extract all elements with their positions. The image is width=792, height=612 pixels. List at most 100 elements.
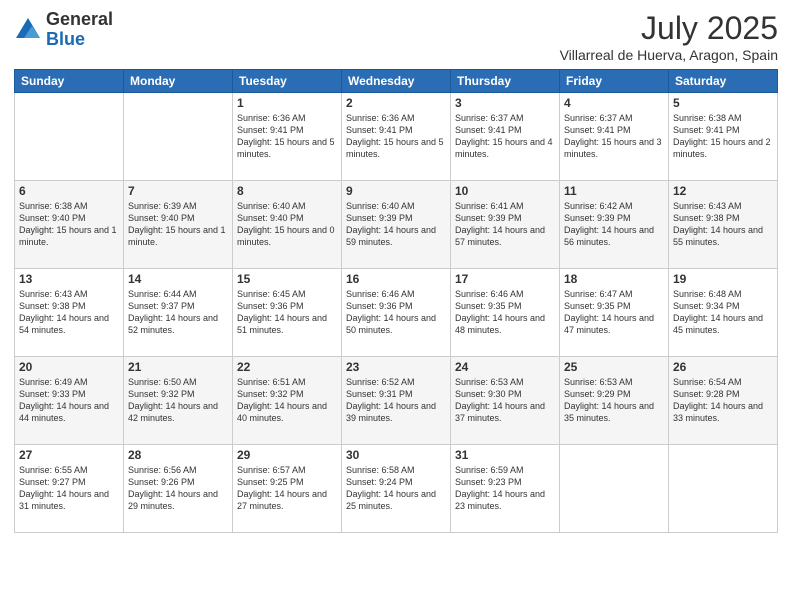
calendar-cell xyxy=(669,445,778,533)
day-number: 19 xyxy=(673,272,773,286)
calendar-week-row: 20Sunrise: 6:49 AM Sunset: 9:33 PM Dayli… xyxy=(15,357,778,445)
calendar-cell: 29 Sunrise: 6:57 AM Sunset: 9:25 PM Dayli… xyxy=(233,445,342,533)
calendar-cell: 6Sunrise: 6:38 AM Sunset: 9:40 PM Daylig… xyxy=(15,181,124,269)
day-info: Sunrise: 6:52 AM Sunset: 9:31 PM Dayligh… xyxy=(346,376,446,425)
calendar-cell: 5Sunrise: 6:38 AM Sunset: 9:41 PM Daylig… xyxy=(669,93,778,181)
logo-blue: Blue xyxy=(46,29,85,49)
calendar-cell xyxy=(15,93,124,181)
day-number: 18 xyxy=(564,272,664,286)
logo: General Blue xyxy=(14,10,113,50)
day-info: Sunrise: 6:44 AM Sunset: 9:37 PM Dayligh… xyxy=(128,288,228,337)
title-block: July 2025 Villarreal de Huerva, Aragon, … xyxy=(560,10,778,63)
day-number: 11 xyxy=(564,184,664,198)
calendar-cell: 11Sunrise: 6:42 AM Sunset: 9:39 PM Dayli… xyxy=(560,181,669,269)
calendar-week-row: 27 Sunrise: 6:55 AM Sunset: 9:27 PM Dayli… xyxy=(15,445,778,533)
calendar-cell: 9 Sunrise: 6:40 AM Sunset: 9:39 PM Daylig… xyxy=(342,181,451,269)
weekday-header: Monday xyxy=(124,70,233,93)
calendar-cell: 3 Sunrise: 6:37 AM Sunset: 9:41 PM Daylig… xyxy=(451,93,560,181)
day-info: Sunrise: 6:40 AM Sunset: 9:40 PM Dayligh… xyxy=(237,200,337,249)
day-info: Sunrise: 6:39 AM Sunset: 9:40 PM Dayligh… xyxy=(128,200,228,249)
weekday-header: Sunday xyxy=(15,70,124,93)
calendar-week-row: 1 Sunrise: 6:36 AM Sunset: 9:41 PM Daylig… xyxy=(15,93,778,181)
day-info: Sunrise: 6:45 AM Sunset: 9:36 PM Dayligh… xyxy=(237,288,337,337)
calendar-cell: 31Sunrise: 6:59 AM Sunset: 9:23 PM Dayli… xyxy=(451,445,560,533)
day-info: Sunrise: 6:36 AM Sunset: 9:41 PM Dayligh… xyxy=(346,112,446,161)
day-number: 13 xyxy=(19,272,119,286)
day-info: Sunrise: 6:47 AM Sunset: 9:35 PM Dayligh… xyxy=(564,288,664,337)
day-info: Sunrise: 6:43 AM Sunset: 9:38 PM Dayligh… xyxy=(19,288,119,337)
day-info: Sunrise: 6:43 AM Sunset: 9:38 PM Dayligh… xyxy=(673,200,773,249)
day-number: 27 xyxy=(19,448,119,462)
day-number: 21 xyxy=(128,360,228,374)
day-number: 3 xyxy=(455,96,555,110)
main-title: July 2025 xyxy=(560,10,778,47)
day-number: 8 xyxy=(237,184,337,198)
calendar-cell: 14Sunrise: 6:44 AM Sunset: 9:37 PM Dayli… xyxy=(124,269,233,357)
logo-general: General xyxy=(46,9,113,29)
day-info: Sunrise: 6:55 AM Sunset: 9:27 PM Dayligh… xyxy=(19,464,119,513)
calendar-cell: 22Sunrise: 6:51 AM Sunset: 9:32 PM Dayli… xyxy=(233,357,342,445)
day-info: Sunrise: 6:46 AM Sunset: 9:36 PM Dayligh… xyxy=(346,288,446,337)
day-number: 7 xyxy=(128,184,228,198)
day-info: Sunrise: 6:37 AM Sunset: 9:41 PM Dayligh… xyxy=(455,112,555,161)
calendar-cell: 16 Sunrise: 6:46 AM Sunset: 9:36 PM Dayli… xyxy=(342,269,451,357)
calendar-cell: 7 Sunrise: 6:39 AM Sunset: 9:40 PM Daylig… xyxy=(124,181,233,269)
day-number: 16 xyxy=(346,272,446,286)
calendar-cell: 1 Sunrise: 6:36 AM Sunset: 9:41 PM Daylig… xyxy=(233,93,342,181)
day-info: Sunrise: 6:58 AM Sunset: 9:24 PM Dayligh… xyxy=(346,464,446,513)
subtitle: Villarreal de Huerva, Aragon, Spain xyxy=(560,47,778,63)
calendar: SundayMondayTuesdayWednesdayThursdayFrid… xyxy=(14,69,778,533)
day-number: 30 xyxy=(346,448,446,462)
calendar-cell: 8 Sunrise: 6:40 AM Sunset: 9:40 PM Daylig… xyxy=(233,181,342,269)
day-info: Sunrise: 6:38 AM Sunset: 9:41 PM Dayligh… xyxy=(673,112,773,161)
calendar-cell: 30 Sunrise: 6:58 AM Sunset: 9:24 PM Dayli… xyxy=(342,445,451,533)
weekday-row: SundayMondayTuesdayWednesdayThursdayFrid… xyxy=(15,70,778,93)
day-info: Sunrise: 6:37 AM Sunset: 9:41 PM Dayligh… xyxy=(564,112,664,161)
calendar-cell xyxy=(560,445,669,533)
calendar-header: SundayMondayTuesdayWednesdayThursdayFrid… xyxy=(15,70,778,93)
calendar-body: 1 Sunrise: 6:36 AM Sunset: 9:41 PM Daylig… xyxy=(15,93,778,533)
day-info: Sunrise: 6:57 AM Sunset: 9:25 PM Dayligh… xyxy=(237,464,337,513)
day-info: Sunrise: 6:53 AM Sunset: 9:29 PM Dayligh… xyxy=(564,376,664,425)
calendar-cell: 25Sunrise: 6:53 AM Sunset: 9:29 PM Dayli… xyxy=(560,357,669,445)
calendar-cell: 2Sunrise: 6:36 AM Sunset: 9:41 PM Daylig… xyxy=(342,93,451,181)
page: General Blue July 2025 Villarreal de Hue… xyxy=(0,0,792,612)
calendar-cell: 13 Sunrise: 6:43 AM Sunset: 9:38 PM Dayli… xyxy=(15,269,124,357)
day-info: Sunrise: 6:53 AM Sunset: 9:30 PM Dayligh… xyxy=(455,376,555,425)
day-number: 20 xyxy=(19,360,119,374)
day-info: Sunrise: 6:38 AM Sunset: 9:40 PM Dayligh… xyxy=(19,200,119,249)
day-number: 9 xyxy=(346,184,446,198)
calendar-cell: 18 Sunrise: 6:47 AM Sunset: 9:35 PM Dayli… xyxy=(560,269,669,357)
weekday-header: Tuesday xyxy=(233,70,342,93)
day-info: Sunrise: 6:46 AM Sunset: 9:35 PM Dayligh… xyxy=(455,288,555,337)
header: General Blue July 2025 Villarreal de Hue… xyxy=(14,10,778,63)
weekday-header: Saturday xyxy=(669,70,778,93)
calendar-cell: 24Sunrise: 6:53 AM Sunset: 9:30 PM Dayli… xyxy=(451,357,560,445)
logo-text: General Blue xyxy=(46,10,113,50)
calendar-cell: 4 Sunrise: 6:37 AM Sunset: 9:41 PM Daylig… xyxy=(560,93,669,181)
calendar-week-row: 6Sunrise: 6:38 AM Sunset: 9:40 PM Daylig… xyxy=(15,181,778,269)
calendar-cell: 28 Sunrise: 6:56 AM Sunset: 9:26 PM Dayli… xyxy=(124,445,233,533)
day-info: Sunrise: 6:59 AM Sunset: 9:23 PM Dayligh… xyxy=(455,464,555,513)
day-number: 1 xyxy=(237,96,337,110)
calendar-cell: 21Sunrise: 6:50 AM Sunset: 9:32 PM Dayli… xyxy=(124,357,233,445)
weekday-header: Wednesday xyxy=(342,70,451,93)
day-info: Sunrise: 6:41 AM Sunset: 9:39 PM Dayligh… xyxy=(455,200,555,249)
day-number: 23 xyxy=(346,360,446,374)
day-number: 29 xyxy=(237,448,337,462)
day-number: 28 xyxy=(128,448,228,462)
day-info: Sunrise: 6:51 AM Sunset: 9:32 PM Dayligh… xyxy=(237,376,337,425)
calendar-cell xyxy=(124,93,233,181)
day-info: Sunrise: 6:40 AM Sunset: 9:39 PM Dayligh… xyxy=(346,200,446,249)
calendar-cell: 17 Sunrise: 6:46 AM Sunset: 9:35 PM Dayli… xyxy=(451,269,560,357)
weekday-header: Friday xyxy=(560,70,669,93)
day-number: 4 xyxy=(564,96,664,110)
day-number: 17 xyxy=(455,272,555,286)
calendar-cell: 19Sunrise: 6:48 AM Sunset: 9:34 PM Dayli… xyxy=(669,269,778,357)
calendar-cell: 26Sunrise: 6:54 AM Sunset: 9:28 PM Dayli… xyxy=(669,357,778,445)
day-info: Sunrise: 6:56 AM Sunset: 9:26 PM Dayligh… xyxy=(128,464,228,513)
day-number: 15 xyxy=(237,272,337,286)
calendar-cell: 20Sunrise: 6:49 AM Sunset: 9:33 PM Dayli… xyxy=(15,357,124,445)
day-info: Sunrise: 6:36 AM Sunset: 9:41 PM Dayligh… xyxy=(237,112,337,161)
calendar-cell: 12Sunrise: 6:43 AM Sunset: 9:38 PM Dayli… xyxy=(669,181,778,269)
